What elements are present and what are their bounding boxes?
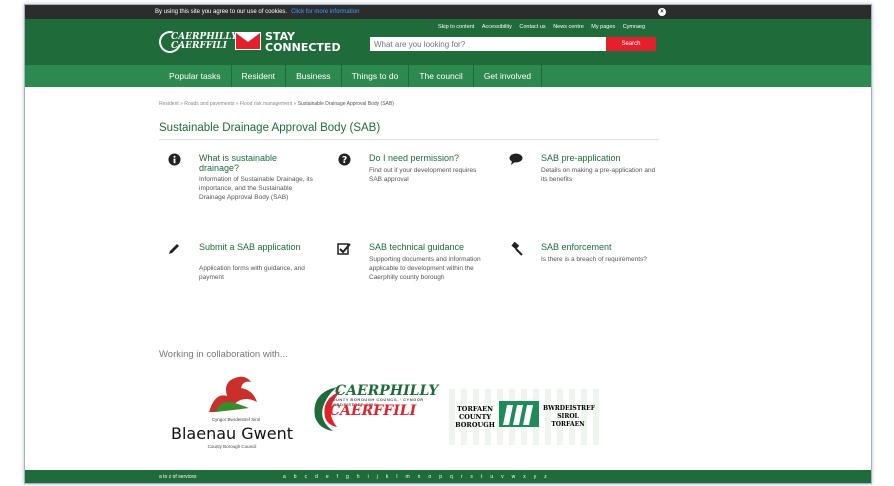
cookie-text: By using this site you agree to our use … bbox=[155, 9, 288, 15]
az-a[interactable]: a bbox=[283, 474, 286, 480]
az-letters: a b c d e f g h i j k l m n o p q r s t u v w x y z bbox=[283, 470, 555, 483]
az-l[interactable]: l bbox=[396, 474, 397, 480]
az-j[interactable]: j bbox=[377, 474, 378, 480]
mypages-link[interactable]: My pages bbox=[591, 24, 615, 30]
card-desc: Is there is a breach of requirements? bbox=[541, 256, 647, 263]
title-divider bbox=[159, 139, 659, 140]
az-r[interactable]: r bbox=[461, 474, 463, 480]
main-nav: Popular tasks Resident Business Things t… bbox=[25, 65, 871, 87]
connected-text: CONNECTED bbox=[265, 41, 341, 54]
cookie-link[interactable]: Click for more information bbox=[291, 9, 359, 15]
card-desc: Information of Sustainable Drainage, its… bbox=[199, 176, 313, 201]
crumb-roads[interactable]: Roads and pavements bbox=[184, 101, 234, 107]
card-title[interactable]: Submit a SAB application bbox=[199, 242, 319, 252]
nav-get-involved[interactable]: Get involved bbox=[474, 65, 543, 87]
tf-right: BWRDEISTREF SIROL TORFAEN bbox=[543, 405, 595, 428]
tf-left: TORFAEN COUNTY BOROUGH bbox=[455, 405, 495, 429]
site-header: CAERPHILLY CAERFFILI STAY CONNECTED Skip… bbox=[25, 19, 871, 65]
crumb-resident[interactable]: Resident bbox=[159, 101, 179, 107]
az-t[interactable]: t bbox=[481, 474, 482, 480]
az-p[interactable]: p bbox=[439, 474, 442, 480]
browser-frame: By using this site you agree to our use … bbox=[24, 4, 872, 484]
card-title[interactable]: SAB technical guidance bbox=[369, 242, 489, 252]
card-title[interactable]: SAB enforcement bbox=[541, 242, 661, 252]
az-footer: a to z of services a b c d e f g h i j k l m n o p q r s t u… bbox=[25, 470, 871, 483]
checkbox-icon bbox=[337, 242, 351, 256]
az-h[interactable]: h bbox=[357, 474, 360, 480]
az-q[interactable]: q bbox=[450, 474, 453, 480]
az-y[interactable]: y bbox=[534, 474, 537, 480]
torfaen-logo[interactable]: TORFAEN COUNTY BOROUGH BWRDEISTREF SIROL… bbox=[449, 389, 599, 445]
az-w[interactable]: w bbox=[512, 474, 516, 480]
nav-the-council[interactable]: The council bbox=[409, 65, 474, 87]
gavel-icon bbox=[509, 241, 523, 256]
bg-name: Blaenau Gwent bbox=[171, 424, 293, 443]
logo-line2: CAERFFILI bbox=[171, 41, 228, 51]
dragon-icon bbox=[209, 376, 257, 412]
pencil-icon bbox=[167, 242, 181, 256]
caerphilly-logo[interactable]: CAERPHILLY COUNTY BOROUGH COUNCIL · CYNG… bbox=[307, 383, 447, 443]
nav-resident[interactable]: Resident bbox=[232, 65, 287, 87]
nav-things-to-do[interactable]: Things to do bbox=[342, 65, 410, 87]
az-x[interactable]: x bbox=[523, 474, 526, 480]
cookie-banner: By using this site you agree to our use … bbox=[25, 5, 871, 19]
close-icon[interactable]: × bbox=[658, 8, 666, 16]
card-title[interactable]: What is sustainable drainage? bbox=[199, 153, 319, 173]
az-b[interactable]: b bbox=[294, 474, 297, 480]
az-d[interactable]: d bbox=[315, 474, 318, 480]
envelope-icon bbox=[235, 32, 261, 50]
bg-line3: County Borough Council bbox=[207, 444, 257, 449]
az-o[interactable]: o bbox=[428, 474, 431, 480]
az-n[interactable]: n bbox=[418, 474, 421, 480]
az-i[interactable]: i bbox=[368, 474, 369, 480]
crumb-flood[interactable]: Flood risk management bbox=[240, 101, 292, 107]
az-g[interactable]: g bbox=[346, 474, 349, 480]
blaenau-gwent-logo[interactable]: Cyngor Bwrdeistref Sirol Blaenau Gwent C… bbox=[167, 372, 297, 452]
nav-popular-tasks[interactable]: Popular tasks bbox=[159, 65, 232, 87]
skip-link[interactable]: Skip to content bbox=[438, 24, 474, 30]
card-desc: Application forms with guidance, and pay… bbox=[199, 265, 305, 281]
az-e[interactable]: e bbox=[326, 474, 329, 480]
az-label[interactable]: a to z of services bbox=[159, 470, 197, 483]
svg-text:?: ? bbox=[341, 155, 346, 166]
az-k[interactable]: k bbox=[386, 474, 389, 480]
nav-business[interactable]: Business bbox=[286, 65, 342, 87]
info-icon bbox=[167, 153, 181, 167]
question-icon: ? bbox=[337, 153, 351, 167]
search-input[interactable] bbox=[370, 37, 606, 51]
search-button[interactable]: Search bbox=[606, 37, 656, 51]
card-title[interactable]: Do I need permission? bbox=[369, 153, 489, 163]
collab-heading: Working in collaboration with... bbox=[159, 349, 288, 360]
accessibility-link[interactable]: Accessibility bbox=[482, 24, 512, 30]
top-links: Skip to content Accessibility Contact us… bbox=[432, 24, 645, 30]
az-f[interactable]: f bbox=[337, 474, 338, 480]
az-s[interactable]: s bbox=[470, 474, 473, 480]
comment-icon bbox=[509, 153, 523, 167]
az-m[interactable]: m bbox=[405, 474, 409, 480]
cymraeg-link[interactable]: Cymraeg bbox=[623, 24, 645, 30]
tf-mark-icon bbox=[499, 401, 539, 427]
bg-line1: Cyngor Bwrdeistref Sirol bbox=[211, 417, 261, 422]
az-v[interactable]: v bbox=[501, 474, 504, 480]
news-link[interactable]: News centre bbox=[553, 24, 584, 30]
card-desc: Supporting documents and information app… bbox=[369, 256, 481, 281]
card-desc: Details on making a pre-application and … bbox=[541, 167, 656, 183]
az-u[interactable]: u bbox=[490, 474, 493, 480]
page-title: Sustainable Drainage Approval Body (SAB) bbox=[159, 122, 381, 134]
card-title[interactable]: SAB pre-application bbox=[541, 153, 661, 163]
az-z[interactable]: z bbox=[544, 474, 547, 480]
az-c[interactable]: c bbox=[305, 474, 308, 480]
card-desc: Find out if your development requires SA… bbox=[369, 167, 477, 183]
breadcrumb: Resident » Roads and pavements » Flood r… bbox=[159, 101, 394, 107]
crumb-current: Sustainable Drainage Approval Body (SAB) bbox=[297, 101, 394, 107]
council-logo[interactable]: CAERPHILLY CAERFFILI bbox=[154, 26, 237, 58]
contact-link[interactable]: Contact us bbox=[519, 24, 545, 30]
cc-welsh: CAERFFILI bbox=[329, 403, 417, 419]
